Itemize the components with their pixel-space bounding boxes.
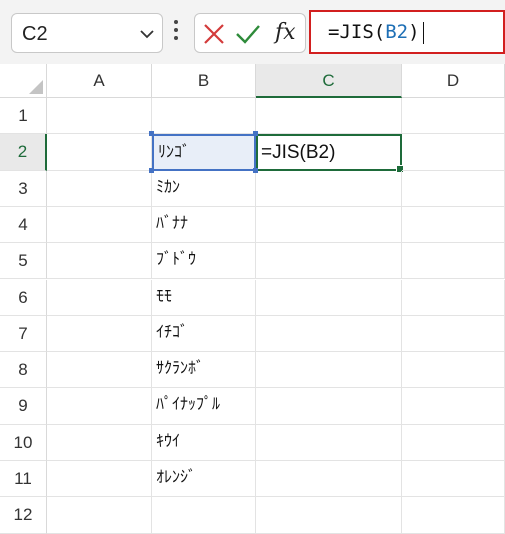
cell-b1[interactable] — [152, 98, 256, 135]
cell-d9[interactable] — [402, 388, 505, 425]
cell-c8[interactable] — [256, 352, 402, 389]
reference-handle[interactable] — [253, 167, 258, 173]
name-box-value: C2 — [22, 23, 48, 45]
cell-b5[interactable]: ﾌﾞﾄﾞｳ — [152, 243, 256, 280]
row-header-8[interactable]: 8 — [0, 352, 47, 389]
enter-icon[interactable] — [235, 22, 261, 51]
cell-b3[interactable]: ﾐｶﾝ — [152, 170, 256, 207]
row-header-2[interactable]: 2 — [0, 134, 47, 171]
formula-bar: C2 fx =JIS(B2) — [0, 0, 505, 64]
cell-c1[interactable] — [256, 98, 402, 135]
reference-handle[interactable] — [149, 131, 154, 137]
row-header-7[interactable]: 7 — [0, 315, 47, 353]
cell-c11[interactable] — [256, 461, 402, 498]
reference-handle[interactable] — [253, 131, 258, 137]
select-all-button[interactable] — [0, 64, 47, 98]
row-header-1[interactable]: 1 — [0, 98, 47, 135]
formula-text: =JIS(B2) — [328, 21, 424, 44]
cell-b10[interactable]: ｷｳｲ — [152, 424, 256, 461]
cell-a2[interactable] — [47, 134, 152, 171]
column-header-a[interactable]: A — [47, 64, 152, 98]
cell-b7[interactable]: ｲﾁｺﾞ — [152, 315, 256, 353]
cancel-icon[interactable] — [202, 22, 226, 51]
insert-function-icon[interactable]: fx — [275, 20, 296, 45]
cell-d4[interactable] — [402, 206, 505, 244]
column-header-b[interactable]: B — [152, 64, 256, 98]
cell-a1[interactable] — [47, 98, 152, 135]
cell-c9[interactable] — [256, 388, 402, 425]
cell-b4[interactable]: ﾊﾞﾅﾅ — [152, 206, 256, 244]
cell-a5[interactable] — [47, 243, 152, 280]
cell-a3[interactable] — [47, 170, 152, 207]
cell-d1[interactable] — [402, 98, 505, 135]
formula-input[interactable]: =JIS(B2) — [309, 10, 505, 54]
more-icon[interactable] — [172, 20, 180, 46]
row-header-4[interactable]: 4 — [0, 206, 47, 244]
cell-a12[interactable] — [47, 497, 152, 534]
cell-c3[interactable] — [256, 170, 402, 207]
row-header-11[interactable]: 11 — [0, 461, 47, 498]
cell-d5[interactable] — [402, 243, 505, 280]
cell-d3[interactable] — [402, 170, 505, 207]
row-header-12[interactable]: 12 — [0, 497, 47, 534]
name-box[interactable]: C2 — [11, 13, 163, 53]
formula-actions: fx — [194, 13, 306, 53]
cell-d8[interactable] — [402, 352, 505, 389]
cell-c5[interactable] — [256, 243, 402, 280]
cell-d11[interactable] — [402, 461, 505, 498]
cell-c10[interactable] — [256, 424, 402, 461]
row-header-9[interactable]: 9 — [0, 388, 47, 425]
cell-a4[interactable] — [47, 206, 152, 244]
worksheet-grid: A B C D 1 2 ﾘﾝｺﾞ =JIS(B2) 3 ﾐｶﾝ 4 ﾊﾞﾅﾅ 5 ﾌﾞﾄﾞｳ 6 ﾓﾓ… — [0, 64, 505, 534]
cell-a7[interactable] — [47, 315, 152, 353]
cell-c7[interactable] — [256, 315, 402, 353]
row-header-10[interactable]: 10 — [0, 424, 47, 461]
cell-c6[interactable] — [256, 279, 402, 316]
cell-a8[interactable] — [47, 352, 152, 389]
cell-b12[interactable] — [152, 497, 256, 534]
row-header-3[interactable]: 3 — [0, 170, 47, 207]
row-header-5[interactable]: 5 — [0, 243, 47, 280]
cell-d12[interactable] — [402, 497, 505, 534]
cell-d10[interactable] — [402, 424, 505, 461]
cell-a11[interactable] — [47, 461, 152, 498]
row-header-6[interactable]: 6 — [0, 279, 47, 316]
chevron-down-icon[interactable] — [140, 26, 154, 44]
cell-d7[interactable] — [402, 315, 505, 353]
cell-a9[interactable] — [47, 388, 152, 425]
cell-b6[interactable]: ﾓﾓ — [152, 279, 256, 316]
cell-d6[interactable] — [402, 279, 505, 316]
cell-b11[interactable]: ｵﾚﾝｼﾞ — [152, 461, 256, 498]
cell-a6[interactable] — [47, 279, 152, 316]
reference-handle[interactable] — [149, 167, 154, 173]
cell-c4[interactable] — [256, 206, 402, 244]
column-header-d[interactable]: D — [402, 64, 505, 98]
cell-b8[interactable]: ｻｸﾗﾝﾎﾞ — [152, 352, 256, 389]
column-header-c[interactable]: C — [256, 64, 402, 98]
formula-reference: B2 — [385, 21, 409, 43]
cell-b9[interactable]: ﾊﾟｲﾅｯﾌﾟﾙ — [152, 388, 256, 425]
cell-d2[interactable] — [402, 134, 505, 171]
cell-c12[interactable] — [256, 497, 402, 534]
cell-b2[interactable]: ﾘﾝｺﾞ — [152, 134, 256, 171]
cell-c2[interactable]: =JIS(B2) — [256, 134, 404, 173]
cell-a10[interactable] — [47, 424, 152, 461]
text-cursor — [422, 21, 424, 44]
